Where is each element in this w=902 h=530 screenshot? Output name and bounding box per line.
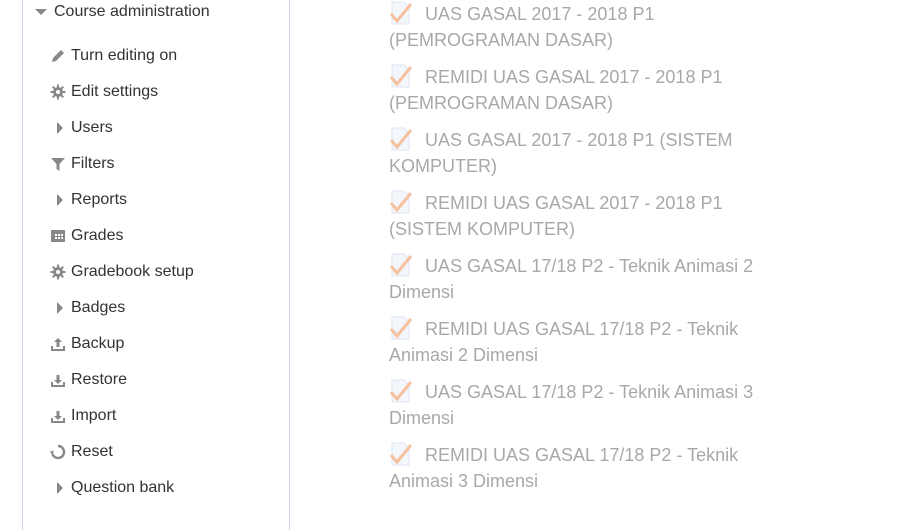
quiz-activity-link[interactable]: REMIDI UAS GASAL 17/18 P2 - Teknik Anima… xyxy=(389,442,769,494)
nav-label: Import xyxy=(71,407,117,424)
pencil-icon xyxy=(49,47,67,65)
nav-label: Restore xyxy=(71,371,128,388)
quiz-icon xyxy=(389,127,413,151)
nav-label: Users xyxy=(71,119,113,136)
course-administration-block: Course administration Turn editing on Ed… xyxy=(22,0,290,530)
quiz-activity-link[interactable]: UAS GASAL 2017 - 2018 P1 (PEMROGRAMAN DA… xyxy=(389,1,769,53)
quiz-icon xyxy=(389,1,413,25)
quiz-activity-link[interactable]: UAS GASAL 17/18 P2 - Teknik Animasi 3 Di… xyxy=(389,379,769,431)
nav-question-bank[interactable]: Question bank xyxy=(49,470,194,506)
quiz-activity-link[interactable]: UAS GASAL 17/18 P2 - Teknik Animasi 2 Di… xyxy=(389,253,769,305)
gear-icon xyxy=(49,263,67,281)
collapse-caret-icon[interactable] xyxy=(35,9,47,15)
admin-nav-list: Turn editing on Edit settings Users Filt… xyxy=(49,38,194,506)
nav-reports[interactable]: Reports xyxy=(49,182,194,218)
quiz-title: UAS GASAL 2017 - 2018 P1 (SISTEM KOMPUTE… xyxy=(389,130,733,176)
quiz-title: REMIDI UAS GASAL 17/18 P2 - Teknik Anima… xyxy=(389,445,739,491)
nav-label: Turn editing on xyxy=(71,47,178,64)
nav-grades[interactable]: Grades xyxy=(49,218,194,254)
nav-label: Question bank xyxy=(71,479,175,496)
nav-edit-settings[interactable]: Edit settings xyxy=(49,74,194,110)
expand-arrow-icon[interactable] xyxy=(49,119,67,137)
nav-label: Backup xyxy=(71,335,125,352)
expand-arrow-icon[interactable] xyxy=(49,479,67,497)
quiz-icon xyxy=(389,316,413,340)
nav-users[interactable]: Users xyxy=(49,110,194,146)
quiz-activity-link[interactable]: UAS GASAL 2017 - 2018 P1 (SISTEM KOMPUTE… xyxy=(389,127,769,179)
expand-arrow-icon[interactable] xyxy=(49,299,67,317)
quiz-title: REMIDI UAS GASAL 17/18 P2 - Teknik Anima… xyxy=(389,319,739,365)
quiz-activity-link[interactable]: REMIDI UAS GASAL 2017 - 2018 P1 (SISTEM … xyxy=(389,190,769,242)
course-content: UAS GASAL 2017 - 2018 P1 (PEMROGRAMAN DA… xyxy=(389,0,769,504)
quiz-title: REMIDI UAS GASAL 2017 - 2018 P1 (SISTEM … xyxy=(389,193,723,239)
course-administration-header[interactable]: Course administration xyxy=(35,3,210,21)
nav-label: Gradebook setup xyxy=(71,263,194,280)
quiz-title: REMIDI UAS GASAL 2017 - 2018 P1 (PEMROGR… xyxy=(389,67,723,113)
nav-import[interactable]: Import xyxy=(49,398,194,434)
nav-label: Badges xyxy=(71,299,126,316)
filter-icon xyxy=(49,155,67,173)
course-administration-title: Course administration xyxy=(54,3,210,20)
upload-icon xyxy=(49,335,67,353)
quiz-activity-link[interactable]: REMIDI UAS GASAL 2017 - 2018 P1 (PEMROGR… xyxy=(389,64,769,116)
quiz-icon xyxy=(389,190,413,214)
quiz-activity-link[interactable]: REMIDI UAS GASAL 17/18 P2 - Teknik Anima… xyxy=(389,316,769,368)
nav-turn-editing-on[interactable]: Turn editing on xyxy=(49,38,194,74)
nav-label: Edit settings xyxy=(71,83,159,100)
gear-icon xyxy=(49,83,67,101)
expand-arrow-icon[interactable] xyxy=(49,191,67,209)
quiz-title: UAS GASAL 17/18 P2 - Teknik Animasi 3 Di… xyxy=(389,382,754,428)
nav-badges[interactable]: Badges xyxy=(49,290,194,326)
nav-backup[interactable]: Backup xyxy=(49,326,194,362)
nav-filters[interactable]: Filters xyxy=(49,146,194,182)
quiz-list: UAS GASAL 2017 - 2018 P1 (PEMROGRAMAN DA… xyxy=(389,1,769,494)
table-icon xyxy=(49,227,67,245)
download-icon xyxy=(49,371,67,389)
nav-reset[interactable]: Reset xyxy=(49,434,194,470)
refresh-icon xyxy=(49,443,67,461)
nav-gradebook-setup[interactable]: Gradebook setup xyxy=(49,254,194,290)
quiz-icon xyxy=(389,64,413,88)
nav-label: Filters xyxy=(71,155,115,172)
quiz-title: UAS GASAL 2017 - 2018 P1 (PEMROGRAMAN DA… xyxy=(389,4,655,50)
quiz-title: UAS GASAL 17/18 P2 - Teknik Animasi 2 Di… xyxy=(389,256,754,302)
quiz-icon xyxy=(389,442,413,466)
nav-restore[interactable]: Restore xyxy=(49,362,194,398)
nav-label: Grades xyxy=(71,227,124,244)
download-icon xyxy=(49,407,67,425)
nav-label: Reports xyxy=(71,191,128,208)
quiz-icon xyxy=(389,253,413,277)
quiz-icon xyxy=(389,379,413,403)
nav-label: Reset xyxy=(71,443,113,460)
